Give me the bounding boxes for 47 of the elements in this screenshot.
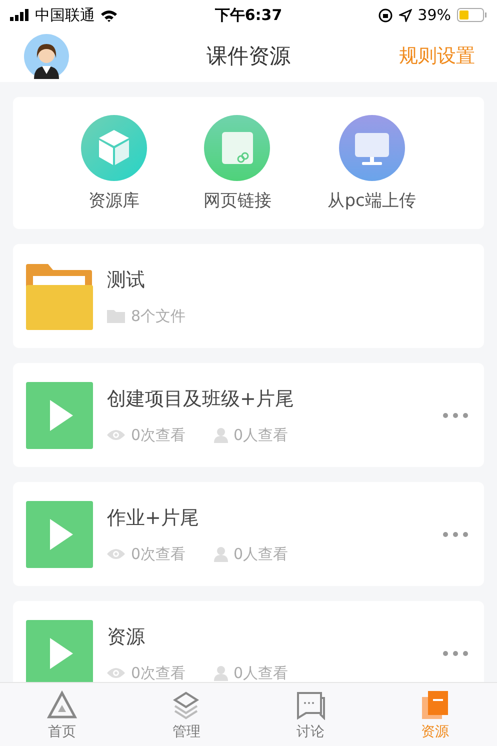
tab-item[interactable]: 讨论 [248, 683, 373, 746]
tab-item[interactable]: 首页 [0, 683, 124, 746]
box-icon [81, 114, 148, 180]
rotation-lock-icon [378, 8, 393, 22]
play-icon [26, 500, 93, 568]
location-icon [398, 8, 412, 22]
battery-icon [457, 8, 487, 22]
view-count: 0次查看 [131, 426, 186, 444]
eye-icon [107, 548, 125, 560]
signal-icon [10, 9, 30, 21]
battery-percent: 39% [418, 6, 451, 24]
viewer-count: 0人查看 [234, 664, 288, 682]
monitor-icon [338, 114, 405, 180]
viewer-count: 0人查看 [234, 544, 288, 564]
wifi-icon [100, 8, 118, 22]
folder-card[interactable]: 测试 8个文件 [13, 244, 484, 348]
file-count: 8个文件 [131, 306, 186, 326]
video-card[interactable]: 资源 0次查看 0人查看 [13, 601, 484, 682]
quick-action-label[interactable]: 资源库 [88, 188, 140, 212]
page-title: 课件资源 [206, 44, 290, 68]
folder-icon [107, 309, 125, 323]
eye-icon [107, 667, 125, 679]
quick-action-label[interactable]: 从pc端上传 [328, 188, 416, 212]
eye-icon [107, 429, 125, 441]
triangle-icon [47, 690, 78, 720]
video-card[interactable]: 创建项目及班级+片尾 0次查看 0人查看 [13, 363, 484, 467]
browser-link-icon [204, 114, 270, 180]
play-icon [26, 382, 93, 448]
view-count: 0次查看 [131, 664, 186, 682]
viewer-count: 0人查看 [234, 426, 288, 444]
carrier-name: 中国联通 [35, 6, 95, 24]
folder-icon [26, 262, 93, 330]
video-title: 资源 [107, 624, 146, 650]
layers-icon [171, 690, 202, 720]
person-icon [214, 428, 228, 442]
clock-time: 下午6:37 [214, 6, 282, 24]
tab-item[interactable]: 管理 [124, 683, 248, 746]
chat-icon [296, 690, 326, 720]
avatar[interactable] [24, 34, 69, 78]
view-count: 0次查看 [131, 544, 186, 564]
video-title: 作业+片尾 [107, 506, 200, 530]
video-title: 创建项目及班级+片尾 [107, 386, 295, 412]
person-icon [214, 546, 228, 562]
documents-icon [420, 690, 450, 720]
quick-action-label[interactable]: 网页链接 [203, 188, 272, 212]
folder-title: 测试 [107, 268, 146, 292]
video-card[interactable]: 作业+片尾 0次查看 0人查看 [13, 482, 484, 586]
